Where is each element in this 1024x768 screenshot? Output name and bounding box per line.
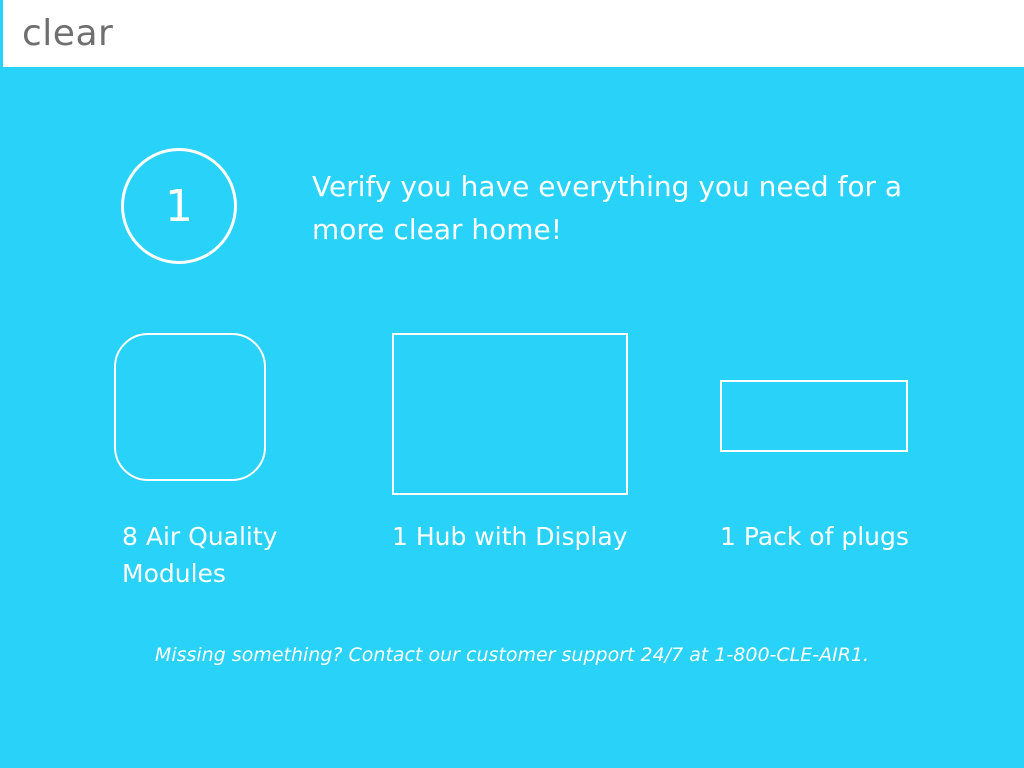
top-bar: clear: [0, 0, 1024, 67]
support-message: Missing something? Contact our customer …: [154, 644, 870, 666]
top-bar-edge: [0, 0, 3, 67]
plugs-pack-image: [720, 380, 908, 452]
step-headline: Verify you have everything you need for …: [312, 170, 903, 246]
product-label-hub: 1 Hub with Display: [392, 522, 628, 551]
brand-logo[interactable]: clear: [22, 14, 113, 54]
hub-display-image: [392, 333, 628, 495]
air-quality-module-image: [114, 333, 266, 481]
product-label-plugs: 1 Pack of plugs: [720, 522, 909, 551]
step-number-badge: 1: [121, 148, 237, 264]
product-label-modules: 8 Air Quality Modules: [122, 522, 278, 588]
step-number: 1: [165, 180, 193, 232]
